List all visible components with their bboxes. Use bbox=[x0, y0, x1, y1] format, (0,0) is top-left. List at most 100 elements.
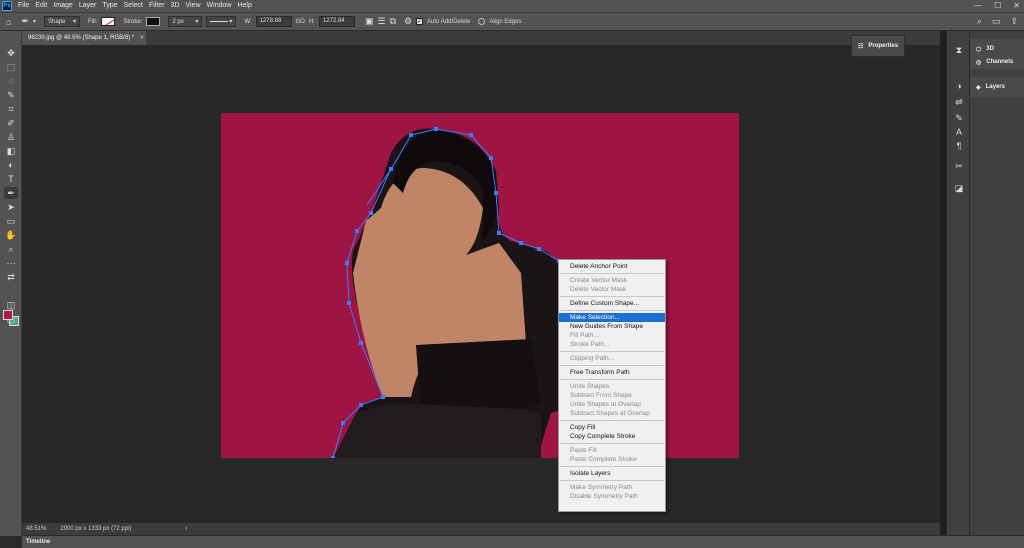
character-panel-icon[interactable]: A bbox=[953, 127, 965, 137]
minimize-button[interactable]: — bbox=[974, 0, 982, 12]
context-menu-item-define-custom-shape[interactable]: Define Custom Shape... bbox=[559, 299, 665, 308]
crop-tool-icon[interactable]: ⌗ bbox=[4, 103, 18, 115]
context-menu-item-copy-fill[interactable]: Copy Fill bbox=[559, 423, 665, 432]
menu-bar: Ps File Edit Image Layer Type Select Filter 3D V… bbox=[0, 0, 1024, 12]
auto-add-delete-checkbox[interactable]: ✓ bbox=[416, 18, 424, 25]
width-field[interactable]: 1278.88 bbox=[255, 16, 292, 27]
path-arrangement-icon[interactable]: ⧉ bbox=[390, 16, 396, 27]
home-icon[interactable]: ⌂ bbox=[6, 17, 11, 27]
eraser-tool-icon[interactable]: ◧ bbox=[4, 145, 18, 157]
type-tool-icon[interactable]: T bbox=[4, 173, 18, 185]
more-tools-icon[interactable]: ⋯ bbox=[4, 257, 18, 269]
chevron-down-icon: ▾ bbox=[72, 19, 76, 25]
maximize-button[interactable]: ☐ bbox=[994, 0, 1001, 12]
status-bar: 48.51% 2000 px x 1333 px (72 ppi) › bbox=[22, 523, 940, 535]
menu-layer[interactable]: Layer bbox=[76, 0, 100, 12]
close-icon[interactable]: × bbox=[140, 35, 144, 41]
link-dimensions-button[interactable]: GO bbox=[296, 19, 305, 25]
pen-tool-icon[interactable]: ✒ bbox=[4, 187, 18, 199]
rectangle-tool-icon[interactable]: ▭ bbox=[4, 215, 18, 227]
context-menu-item-disable-symmetry-path: Disable Symmetry Path bbox=[570, 493, 638, 500]
lasso-tool-icon[interactable]: ◌ bbox=[4, 75, 18, 87]
status-chevron-icon[interactable]: › bbox=[185, 526, 187, 532]
document-tab[interactable]: 96239.jpg @ 48.5% (Shape 1, RGB/8) * × bbox=[22, 31, 146, 45]
menu-3d[interactable]: 3D bbox=[168, 0, 183, 12]
tool-mode-select[interactable]: Shape ▾ bbox=[44, 16, 80, 27]
height-field[interactable]: 1272.84 bbox=[318, 16, 355, 27]
gradient-tool-icon[interactable]: ◐ bbox=[4, 159, 18, 171]
quick-selection-tool-icon[interactable]: ✎ bbox=[4, 89, 18, 101]
context-menu-item-subtract-shapes-at-overlap: Subtract Shapes at Overlap bbox=[570, 410, 650, 417]
pen-tool-preset-icon[interactable]: ✒ bbox=[21, 16, 29, 27]
swap-colors-icon[interactable]: ⇄ bbox=[4, 271, 18, 283]
zoom-tool-icon[interactable]: ⌕ bbox=[4, 243, 18, 255]
menu-help[interactable]: Help bbox=[234, 0, 254, 12]
stamp-tool-icon[interactable]: ♙ bbox=[4, 131, 18, 143]
foreground-color-swatch[interactable] bbox=[3, 310, 13, 320]
stroke-type-select[interactable]: ▾ bbox=[206, 16, 237, 27]
channels-panel-label: Channels bbox=[986, 59, 1014, 65]
layers-icon: ◈ bbox=[976, 84, 981, 91]
context-menu-item-paste-complete-stroke: Paste Complete Stroke bbox=[570, 456, 637, 463]
gear-icon[interactable]: ⚙ bbox=[404, 16, 412, 27]
width-label: W: bbox=[244, 18, 252, 25]
search-icon[interactable]: ⌕ bbox=[977, 16, 982, 27]
menu-edit[interactable]: Edit bbox=[32, 0, 50, 12]
menu-type[interactable]: Type bbox=[99, 0, 120, 12]
move-tool-icon[interactable]: ✥ bbox=[4, 47, 18, 59]
menu-window[interactable]: Window bbox=[204, 0, 235, 12]
color-panel-icon[interactable]: ◑ bbox=[953, 81, 965, 91]
stroke-label: Stroke: bbox=[123, 18, 143, 25]
hand-tool-icon[interactable]: ✋ bbox=[4, 229, 18, 241]
stroke-width-select[interactable]: 2 px ▾ bbox=[168, 16, 203, 27]
menu-view[interactable]: View bbox=[183, 0, 204, 12]
path-alignment-icon[interactable]: ☰ bbox=[377, 16, 385, 27]
menu-select[interactable]: Select bbox=[121, 0, 146, 12]
align-edges-checkbox[interactable] bbox=[478, 18, 486, 25]
auto-add-delete-label: Auto Add/Delete bbox=[427, 18, 471, 25]
menu-image[interactable]: Image bbox=[50, 0, 75, 12]
fill-swatch[interactable] bbox=[101, 17, 116, 26]
menu-items: File Edit Image Layer Type Select Filter 3D View… bbox=[15, 0, 255, 12]
adjustments-icon[interactable]: ⇌ bbox=[953, 97, 965, 108]
path-selection-tool-icon[interactable]: ➤ bbox=[4, 201, 18, 213]
channels-icon: ◎ bbox=[976, 59, 982, 66]
menu-separator bbox=[560, 480, 664, 481]
history-icon[interactable]: ⧗ bbox=[953, 45, 965, 56]
context-menu-item-free-transform-path[interactable]: Free Transform Path bbox=[559, 368, 665, 377]
channels-panel-tab[interactable]: ◎ Channels bbox=[970, 55, 1024, 69]
context-menu-item-make-symmetry-path: Make Symmetry Path bbox=[570, 484, 633, 491]
marquee-tool-icon[interactable]: ⬚ bbox=[4, 61, 18, 73]
context-menu-item-unite-shapes-at-overlap: Unite Shapes at Overlap bbox=[570, 401, 641, 408]
context-menu-item-delete-anchor-point[interactable]: Delete Anchor Point bbox=[559, 262, 665, 271]
tools-panel: ✥ ⬚ ◌ ✎ ⌗ ✐ ♙ ◧ ◐ T ✒ ➤ ▭ ✋ ⌕ ⋯ ⇄ ◫ ▢ bbox=[0, 31, 22, 536]
context-menu-item-make-selection[interactable]: Make Selection... bbox=[559, 313, 665, 322]
layers-panel-tab[interactable]: ◈ Layers bbox=[970, 77, 1024, 97]
libraries-icon[interactable]: ◪ bbox=[953, 183, 965, 194]
workspace-icon[interactable]: ▭ bbox=[992, 16, 1001, 27]
menu-separator bbox=[560, 273, 664, 274]
context-menu-item-new-guides-from-shape[interactable]: New Guides From Shape bbox=[559, 322, 665, 331]
menu-separator bbox=[560, 365, 664, 366]
menu-filter[interactable]: Filter bbox=[146, 0, 168, 12]
share-icon[interactable]: ⇪ bbox=[1010, 16, 1018, 27]
context-menu-item-isolate-layers[interactable]: Isolate Layers bbox=[559, 469, 665, 478]
tools-settings-icon[interactable]: ✂ bbox=[953, 161, 965, 172]
properties-panel-tab[interactable]: ☷ Properties bbox=[851, 35, 905, 57]
context-menu-item-copy-complete-stroke[interactable]: Copy Complete Stroke bbox=[559, 432, 665, 441]
paragraph-panel-icon[interactable]: ¶ bbox=[953, 141, 965, 151]
zoom-level[interactable]: 48.51% bbox=[26, 526, 46, 532]
menu-separator bbox=[560, 443, 664, 444]
brush-settings-icon[interactable]: ✎ bbox=[953, 113, 965, 124]
stroke-line-icon bbox=[210, 21, 229, 22]
timeline-panel-tab[interactable]: Timeline bbox=[22, 535, 1024, 548]
stroke-width-value: 2 px bbox=[172, 18, 184, 25]
brush-tool-icon[interactable]: ✐ bbox=[4, 117, 18, 129]
context-menu: Delete Anchor Point Create Vector Mask Del… bbox=[558, 259, 666, 512]
close-button[interactable]: ✕ bbox=[1013, 0, 1020, 12]
context-menu-item-fill-path: Fill Path... bbox=[570, 332, 599, 339]
path-operations-icon[interactable]: ▣ bbox=[365, 16, 374, 27]
menu-file[interactable]: File bbox=[15, 0, 32, 12]
chevron-down-icon[interactable]: ▾ bbox=[33, 18, 36, 25]
stroke-swatch[interactable] bbox=[146, 17, 161, 26]
